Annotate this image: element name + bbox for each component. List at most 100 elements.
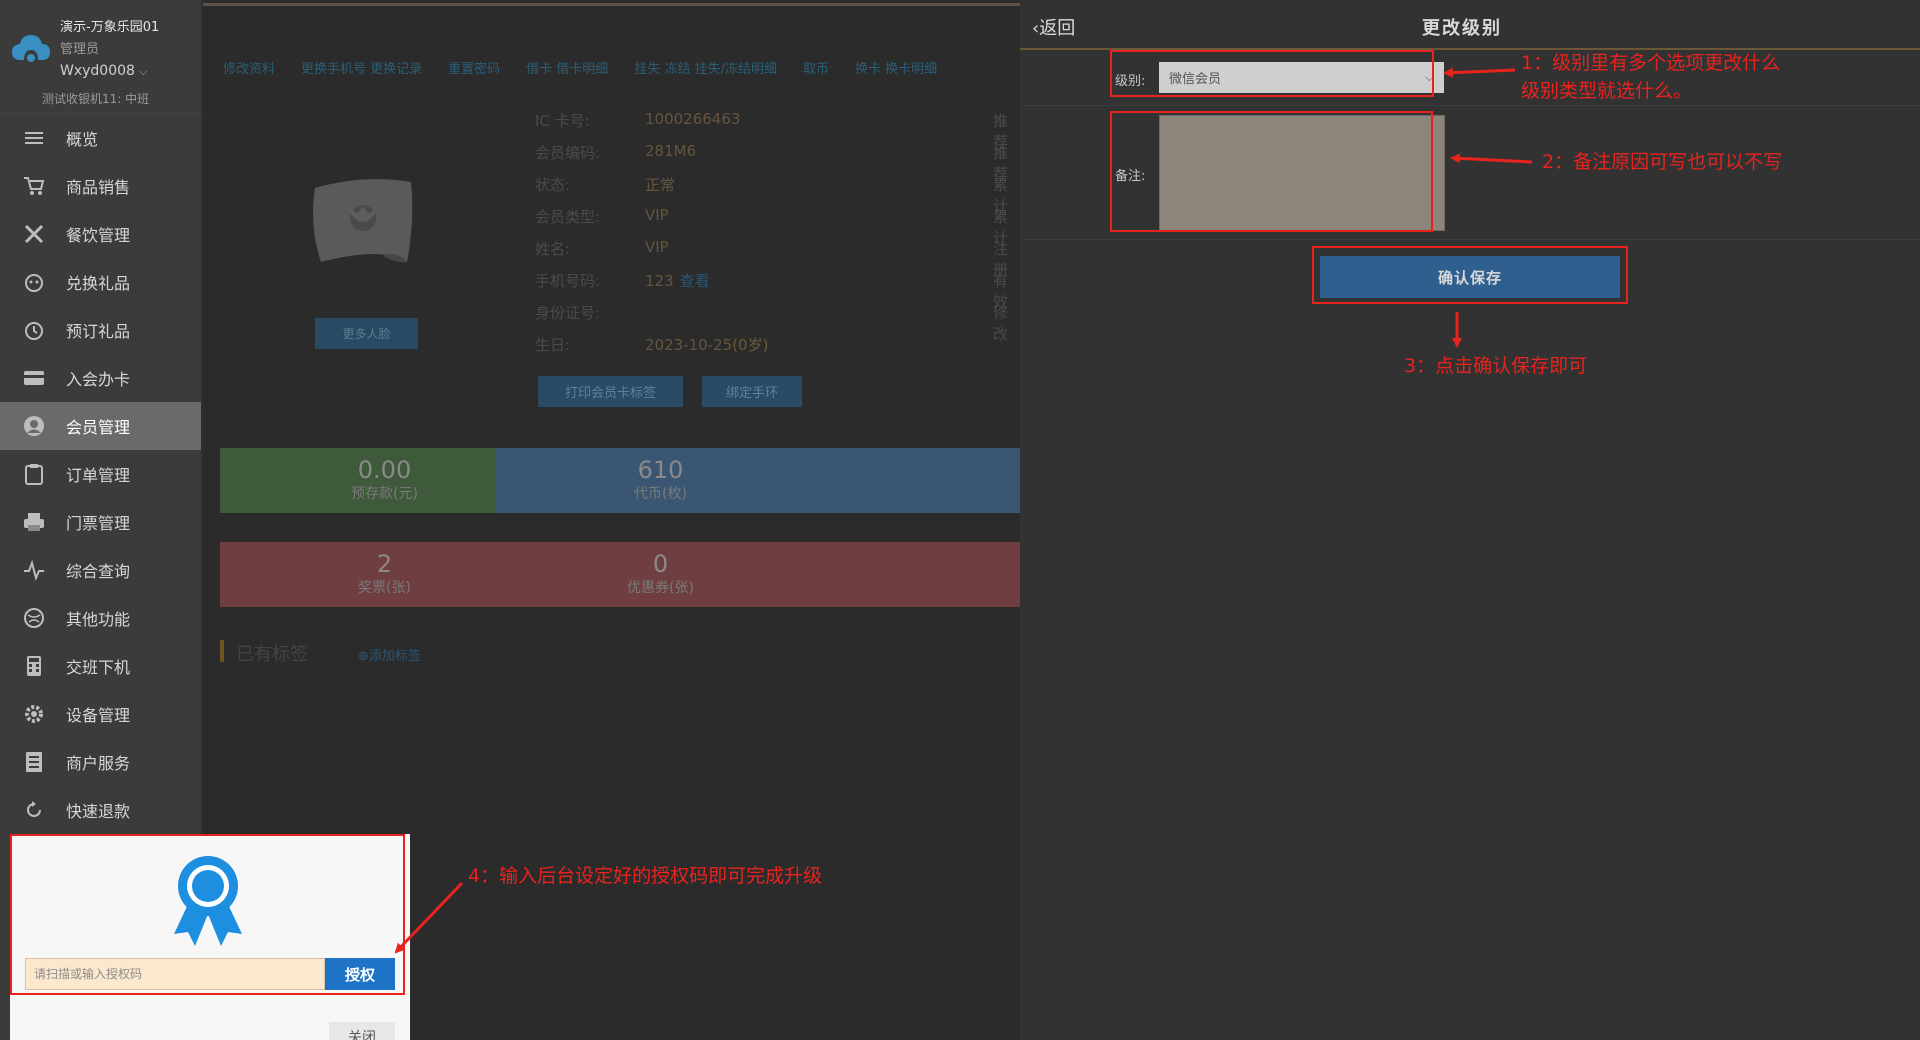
sidebar-item-label: 综合查询	[66, 562, 131, 581]
sidebar-item[interactable]: 商品销售	[0, 162, 201, 210]
info-value-text: 281M6	[645, 142, 697, 160]
device-shift-label: 测试收银机11: 中班	[42, 92, 150, 106]
gear-icon	[22, 702, 46, 726]
info-right-label: 推荐	[993, 144, 1009, 183]
sidebar-item[interactable]: 综合查询	[0, 546, 201, 594]
member-info-right-column: 推荐 推荐 累计 累计 注册 有效 修改	[993, 110, 1020, 343]
info-row: 会员编码: 281M6	[535, 142, 768, 174]
sidebar-item[interactable]: 快速退款	[0, 786, 201, 834]
info-value: VIP	[645, 206, 669, 238]
sidebar-item[interactable]: 兑换礼品	[0, 258, 201, 306]
stat-card[interactable]	[772, 448, 1020, 513]
sidebar-item[interactable]: 商户服务	[0, 738, 201, 786]
sidebar-item[interactable]: 交班下机	[0, 642, 201, 690]
info-row: 身份证号:	[535, 302, 768, 334]
print-card-label-button[interactable]: 打印会员卡标签	[538, 376, 683, 407]
close-popup-button[interactable]: 关闭	[329, 1022, 395, 1040]
menu-icon	[22, 126, 46, 150]
age-text: (0岁)	[732, 336, 769, 354]
info-row: 姓名: VIP	[535, 238, 768, 270]
refresh-icon	[22, 798, 46, 822]
document-icon	[22, 750, 46, 774]
annotation-1-line2: 级别类型就选什么。	[1521, 80, 1693, 102]
sidebar-item-label: 餐饮管理	[66, 226, 131, 245]
member-tab[interactable]: 借卡 借卡明细	[526, 58, 608, 77]
sidebar-item-label: 概览	[66, 130, 99, 149]
info-value-text: VIP	[645, 238, 669, 256]
sidebar-item[interactable]: 预订礼品	[0, 306, 201, 354]
member-info-list: IC 卡号: 1000266463 会员编码: 281M6 状态: 正常 会员类型: VIP 姓…	[535, 110, 768, 366]
sidebar-item[interactable]: 设备管理	[0, 690, 201, 738]
tags-section-title: 已有标签	[220, 640, 308, 665]
member-tab[interactable]: 重置密码	[448, 58, 500, 77]
member-tab[interactable]: 换卡 换卡明细	[855, 58, 937, 77]
sidebar-item-label: 订单管理	[66, 466, 131, 485]
info-right-label: 推荐	[993, 112, 1009, 151]
info-row: IC 卡号: 1000266463	[535, 110, 768, 142]
annotation-4: 4：输入后台设定好的授权码即可完成升级	[468, 865, 823, 887]
info-value: 2023-10-25(0岁)	[645, 334, 768, 366]
fork-knife-icon	[22, 222, 46, 246]
cart-icon	[22, 174, 46, 198]
cloud-logo-icon	[12, 35, 50, 62]
sidebar-item[interactable]: 订单管理	[0, 450, 201, 498]
member-tab[interactable]: 挂失 冻结 挂失/冻结明细	[634, 58, 777, 77]
sidebar-item[interactable]: 门票管理	[0, 498, 201, 546]
info-right-label: 有效	[993, 272, 1009, 311]
bind-wristband-button[interactable]: 绑定手环	[702, 376, 802, 407]
info-right-label: 注册	[993, 240, 1009, 279]
stat-card[interactable]	[772, 542, 1020, 607]
calculator-icon	[22, 654, 46, 678]
sidebar-item-label: 门票管理	[66, 514, 131, 533]
sidebar-item-label: 预订礼品	[66, 322, 131, 341]
gift-icon	[22, 270, 46, 294]
printer-icon	[22, 510, 46, 534]
pulse-icon	[22, 558, 46, 582]
member-tab[interactable]: 修改资料	[223, 58, 275, 77]
info-value-text: VIP	[645, 206, 669, 224]
info-row: 状态: 正常	[535, 174, 768, 206]
back-button[interactable]: ‹返回	[1032, 14, 1075, 40]
member-action-tabs: 修改资料 更换手机号 更换记录 重置密码 借卡 借卡明细 挂失 冻结 挂失/冻结明细 取币…	[223, 58, 963, 77]
app-root: 演示-万象乐园01 管理员 Wxyd0008 ⌵ 测试收银机11: 中班 概览 商品…	[0, 0, 1920, 1040]
sidebar-item[interactable]: 其他功能	[0, 594, 201, 642]
store-name: 演示-万象乐园01	[60, 20, 160, 35]
sidebar-item-label: 快速退款	[66, 802, 131, 821]
stat-value	[772, 542, 1020, 550]
view-phone-link[interactable]: 查看	[680, 272, 710, 290]
card-icon	[22, 366, 46, 390]
more-face-button[interactable]: 更多人脸	[315, 318, 418, 349]
info-right-label: 累计	[993, 176, 1009, 215]
annotation-3: 3：点击确认保存即可	[1404, 355, 1588, 377]
sidebar-item-label: 兑换礼品	[66, 274, 131, 293]
username-dropdown[interactable]: Wxyd0008 ⌵	[60, 63, 147, 79]
annotation-2: 2：备注原因可写也可以不写	[1542, 151, 1783, 173]
member-tab[interactable]: 更换手机号 更换记录	[301, 58, 422, 77]
info-value: 1000266463	[645, 110, 740, 142]
sidebar-item-label: 商户服务	[66, 754, 131, 773]
sidebar-item-label: 商品销售	[66, 178, 131, 197]
sidebar-item-label: 会员管理	[66, 418, 131, 437]
info-key: 会员编码:	[535, 144, 601, 162]
info-value-text: 1000266463	[645, 110, 741, 128]
sidebar-item-label: 其他功能	[66, 610, 131, 629]
sidebar-nav: 概览商品销售餐饮管理兑换礼品预订礼品入会办卡会员管理订单管理门票管理综合查询其他…	[0, 114, 201, 834]
sidebar-item[interactable]: 入会办卡	[0, 354, 201, 402]
info-key: 生日:	[535, 336, 571, 354]
sidebar-item-label: 设备管理	[66, 706, 131, 725]
info-key: 会员类型:	[535, 208, 601, 226]
highlight-level-box	[1110, 50, 1434, 97]
top-divider	[203, 3, 1020, 6]
info-row: 会员类型: VIP	[535, 206, 768, 238]
add-tag-link[interactable]: ⊕添加标签	[358, 645, 421, 664]
member-tab[interactable]: 取币	[803, 58, 829, 77]
info-value-text: 正常	[645, 176, 676, 194]
panel-title: 更改级别	[1422, 18, 1502, 39]
info-key: 姓名:	[535, 240, 571, 258]
sidebar-item[interactable]: 会员管理	[0, 402, 201, 450]
username-label: Wxyd0008	[60, 63, 135, 79]
sidebar-item[interactable]: 餐饮管理	[0, 210, 201, 258]
sidebar-item[interactable]: 概览	[0, 114, 201, 162]
member-photo-placeholder-icon	[313, 179, 413, 263]
back-label: 返回	[1039, 18, 1076, 39]
